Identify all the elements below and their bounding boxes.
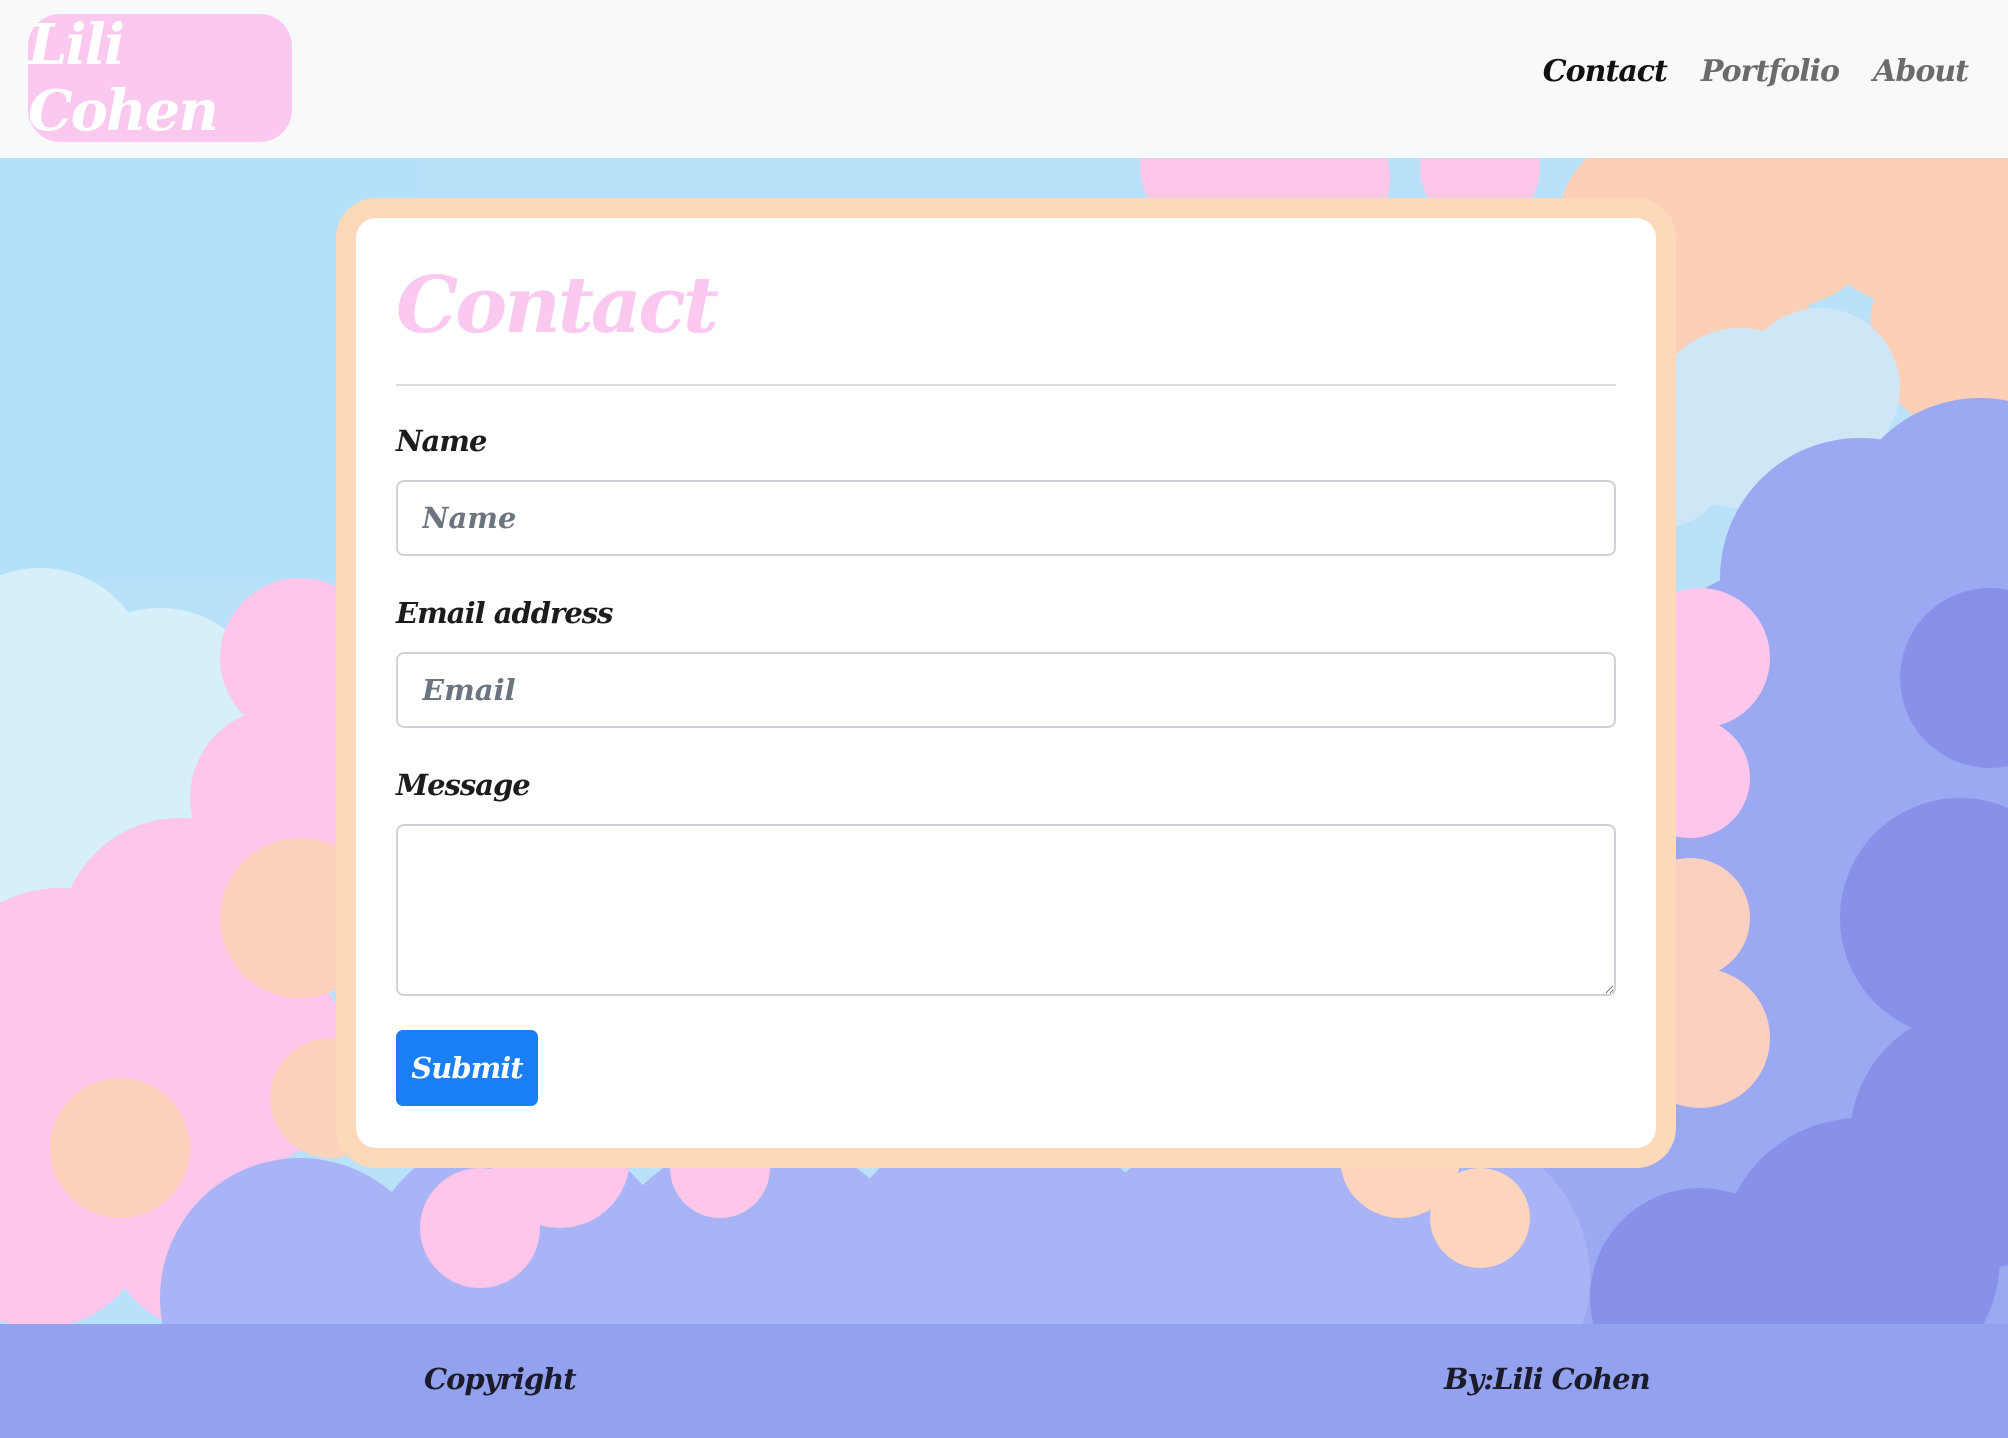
submit-button[interactable]: Submit — [396, 1030, 538, 1106]
page-title: Contact — [396, 260, 719, 351]
nav-link-portfolio[interactable]: Portfolio — [1701, 54, 1840, 89]
nav-link-about[interactable]: About — [1873, 54, 1969, 89]
contact-card-frame: Contact Name Email address Message Submi… — [336, 198, 1676, 1168]
name-label: Name — [396, 424, 487, 458]
contact-card: Contact Name Email address Message Submi… — [356, 218, 1656, 1148]
message-label: Message — [396, 768, 531, 802]
brand-logo-link[interactable]: Lili Cohen — [28, 12, 292, 144]
email-label: Email address — [396, 596, 613, 630]
footer-copyright: Copyright — [424, 1362, 577, 1396]
footer: Copyright By:Lili Cohen — [0, 1324, 2008, 1438]
footer-author: By:Lili Cohen — [1444, 1362, 1651, 1396]
title-divider — [396, 384, 1616, 386]
email-input[interactable] — [396, 652, 1616, 728]
navbar: Lili Cohen Contact Portfolio About — [0, 0, 2008, 158]
nav-links: Contact Portfolio About — [1543, 54, 1969, 89]
nav-link-contact[interactable]: Contact — [1543, 54, 1668, 89]
name-input[interactable] — [396, 480, 1616, 556]
message-textarea[interactable] — [396, 824, 1616, 996]
